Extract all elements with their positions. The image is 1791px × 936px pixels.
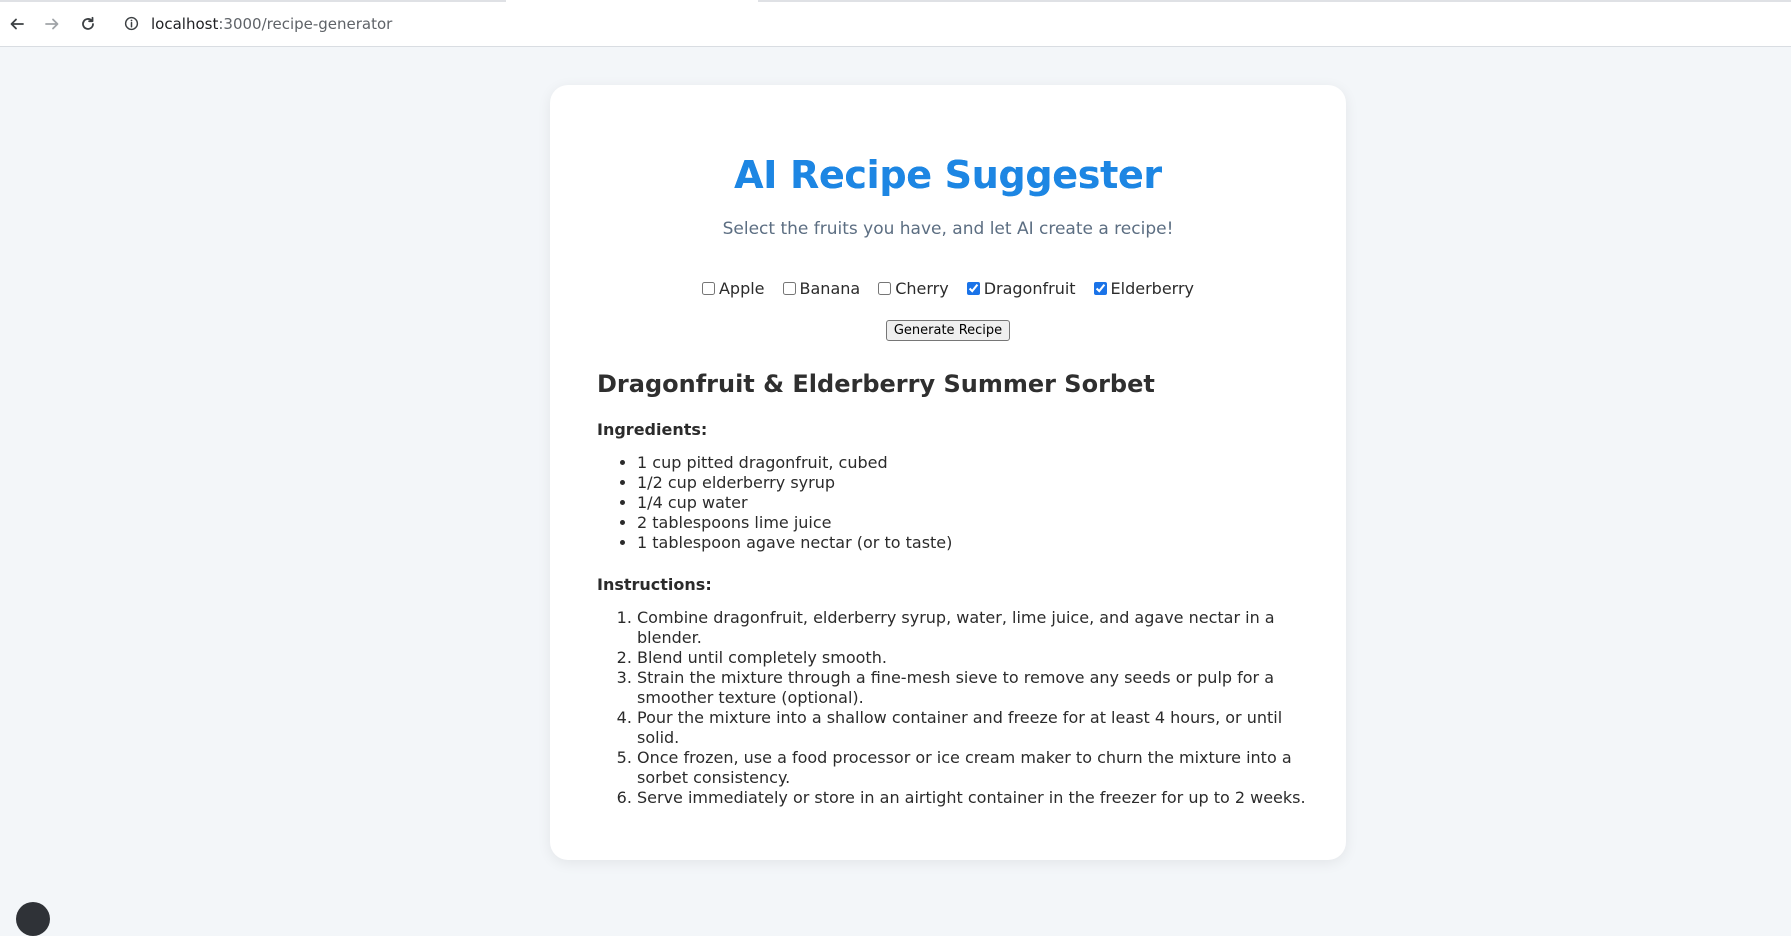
fruit-selector: Apple Banana Cherry Dragonfruit Elderber… bbox=[550, 279, 1346, 298]
address-bar[interactable]: localhost:3000/recipe-generator bbox=[116, 6, 1776, 41]
url-host: localhost bbox=[151, 14, 219, 33]
ingredient-item: 1 tablespoon agave nectar (or to taste) bbox=[637, 533, 1307, 553]
fruit-label: Dragonfruit bbox=[983, 279, 1076, 298]
ingredient-item: 2 tablespoons lime juice bbox=[637, 513, 1307, 533]
browser-toolbar: localhost:3000/recipe-generator bbox=[0, 0, 1791, 47]
instruction-step: Serve immediately or store in an airtigh… bbox=[637, 788, 1307, 808]
floating-avatar[interactable] bbox=[16, 902, 50, 936]
ingredient-item: 1/2 cup elderberry syrup bbox=[637, 473, 1307, 493]
recipe-output: Dragonfruit & Elderberry Summer Sorbet I… bbox=[597, 370, 1307, 830]
instruction-step: Blend until completely smooth. bbox=[637, 648, 1307, 668]
fruit-checkbox-dragonfruit[interactable] bbox=[966, 282, 980, 295]
instruction-step: Pour the mixture into a shallow containe… bbox=[637, 708, 1307, 748]
instructions-list: Combine dragonfruit, elderberry syrup, w… bbox=[597, 608, 1307, 808]
instructions-heading: Instructions: bbox=[597, 575, 712, 594]
fruit-option-cherry[interactable]: Cherry bbox=[878, 279, 949, 298]
fruit-label: Banana bbox=[799, 279, 861, 298]
fruit-checkbox-banana[interactable] bbox=[782, 282, 796, 295]
instruction-step: Once frozen, use a food processor or ice… bbox=[637, 748, 1307, 788]
recipe-title: Dragonfruit & Elderberry Summer Sorbet bbox=[597, 370, 1155, 398]
fruit-checkbox-cherry[interactable] bbox=[878, 282, 892, 295]
fruit-option-elderberry[interactable]: Elderberry bbox=[1093, 279, 1195, 298]
instruction-step: Combine dragonfruit, elderberry syrup, w… bbox=[637, 608, 1307, 648]
ingredients-list: 1 cup pitted dragonfruit, cubed 1/2 cup … bbox=[597, 453, 1307, 553]
fruit-checkbox-apple[interactable] bbox=[701, 282, 715, 295]
recipe-card: AI Recipe Suggester Select the fruits yo… bbox=[550, 85, 1346, 860]
ingredients-heading: Ingredients: bbox=[597, 420, 708, 439]
generate-recipe-button[interactable]: Generate Recipe bbox=[885, 320, 1011, 341]
fruit-label: Apple bbox=[718, 279, 765, 298]
site-info-icon[interactable] bbox=[124, 16, 139, 31]
forward-button[interactable] bbox=[40, 12, 64, 36]
reload-button[interactable] bbox=[76, 12, 100, 36]
fruit-checkbox-elderberry[interactable] bbox=[1093, 282, 1107, 295]
back-button[interactable] bbox=[5, 12, 29, 36]
fruit-option-banana[interactable]: Banana bbox=[782, 279, 861, 298]
fruit-label: Elderberry bbox=[1110, 279, 1195, 298]
ingredient-item: 1/4 cup water bbox=[637, 493, 1307, 513]
arrow-right-icon bbox=[45, 18, 59, 30]
fruit-option-dragonfruit[interactable]: Dragonfruit bbox=[966, 279, 1076, 298]
page-title: AI Recipe Suggester bbox=[550, 153, 1346, 197]
generate-wrap: Generate Recipe bbox=[550, 320, 1346, 341]
url-path: :3000/recipe-generator bbox=[218, 14, 393, 33]
fruit-option-apple[interactable]: Apple bbox=[701, 279, 765, 298]
instruction-step: Strain the mixture through a fine-mesh s… bbox=[637, 668, 1307, 708]
reload-icon bbox=[82, 16, 94, 30]
arrow-left-icon bbox=[10, 18, 24, 30]
fruit-label: Cherry bbox=[895, 279, 949, 298]
page-subtitle: Select the fruits you have, and let AI c… bbox=[722, 219, 1174, 239]
ingredient-item: 1 cup pitted dragonfruit, cubed bbox=[637, 453, 1307, 473]
loading-indicator bbox=[0, 0, 1791, 2]
